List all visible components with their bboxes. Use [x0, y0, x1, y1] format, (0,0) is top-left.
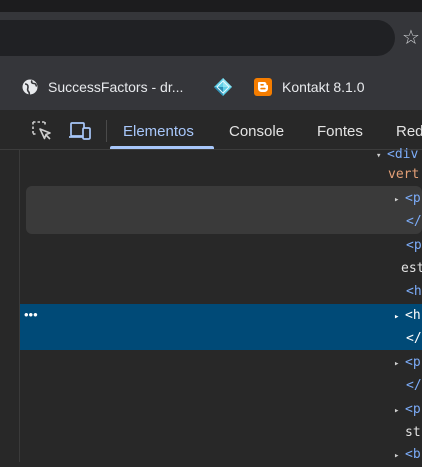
bookmark-diamond-app[interactable] — [213, 64, 233, 110]
blogger-icon — [254, 78, 272, 96]
bookmarks-bar: SuccessFactors - dr... Kontakt 8.1.0 — [0, 64, 422, 110]
dom-node-line-selected[interactable]: ▸ <h — [394, 305, 421, 327]
elements-tree: ••• ▾ <div vert ▸ <p </ <p est <h ▸ <h </ ▸… — [20, 147, 422, 462]
dom-node-line[interactable]: </ — [406, 211, 422, 233]
device-toolbar-icon[interactable] — [68, 120, 91, 142]
active-tab-indicator — [110, 146, 214, 149]
dom-node-line[interactable]: ▸ <b — [394, 444, 421, 466]
expand-triangle-icon[interactable]: ▸ — [394, 189, 405, 211]
tab-console[interactable]: Console — [229, 110, 284, 150]
dom-node-line[interactable]: ▾ <div — [376, 144, 418, 166]
diamond-app-icon — [213, 77, 233, 97]
dom-node-line[interactable]: est — [401, 258, 422, 280]
dom-node-line-selected[interactable]: </ — [406, 328, 422, 350]
dom-node-line[interactable]: ▸ <p — [394, 352, 421, 374]
hovered-node-highlight — [26, 186, 422, 234]
expand-triangle-icon[interactable]: ▸ — [394, 353, 405, 375]
devtools-panel: Elementos Console Fontes Red ••• ▾ <div v… — [0, 110, 422, 462]
collapse-triangle-icon[interactable]: ▾ — [376, 145, 387, 167]
devtools-left-gutter — [0, 110, 20, 462]
dom-node-line[interactable]: st — [405, 422, 421, 444]
bookmark-star-icon[interactable]: ☆ — [400, 26, 422, 50]
dom-node-line[interactable]: </ — [406, 375, 422, 397]
node-actions-ellipsis[interactable]: ••• — [24, 304, 38, 326]
expand-triangle-icon[interactable]: ▸ — [394, 306, 405, 328]
bookmark-label: Kontakt 8.1.0 — [282, 79, 365, 95]
dom-node-line[interactable]: ▸ <p — [394, 399, 421, 421]
globe-icon — [22, 79, 38, 95]
browser-tab-strip — [0, 0, 422, 12]
tab-elementos[interactable]: Elementos — [123, 110, 194, 150]
expand-triangle-icon[interactable]: ▸ — [394, 400, 405, 422]
bookmark-successfactors[interactable]: SuccessFactors - dr... — [22, 64, 183, 110]
selected-node-row[interactable] — [20, 304, 422, 350]
bookmark-label: SuccessFactors - dr... — [48, 79, 184, 95]
dom-node-line[interactable]: vert — [388, 164, 419, 186]
dom-node-line[interactable]: <h — [406, 281, 422, 303]
inspect-element-icon[interactable] — [31, 120, 53, 142]
expand-triangle-icon[interactable]: ▸ — [394, 445, 405, 467]
address-bar[interactable] — [0, 20, 395, 56]
toolbar-separator — [106, 120, 107, 142]
tab-fontes[interactable]: Fontes — [317, 110, 363, 150]
address-bar-row: ☆ — [0, 12, 422, 64]
dom-node-line[interactable]: ▸ <p — [394, 188, 421, 210]
devtools-toolbar: Elementos Console Fontes Red — [0, 110, 422, 150]
dom-node-line[interactable]: <p — [406, 235, 422, 257]
bookmark-kontakt[interactable]: Kontakt 8.1.0 — [254, 64, 365, 110]
